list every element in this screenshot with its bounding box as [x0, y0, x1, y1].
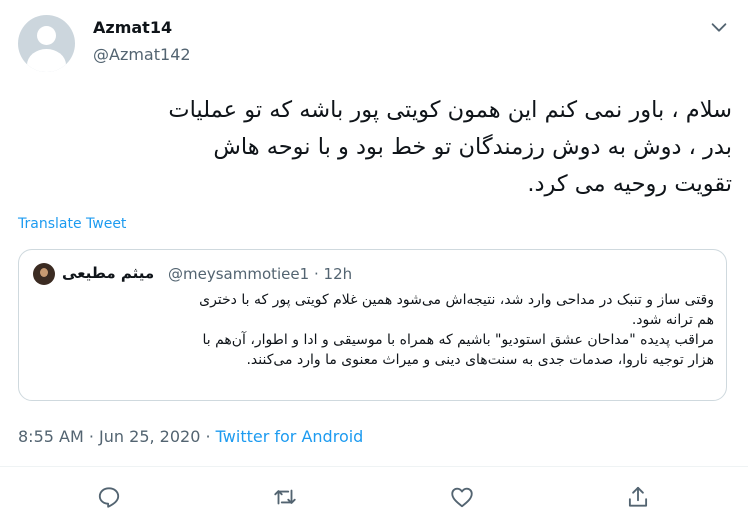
tweet-date[interactable]: Jun 25, 2020	[99, 427, 200, 446]
avatar-placeholder-head	[37, 26, 56, 45]
meta-separator: ·	[88, 427, 94, 446]
author-display-name[interactable]: Azmat14	[93, 18, 172, 37]
share-icon[interactable]	[625, 484, 651, 510]
quoted-avatar	[33, 263, 55, 285]
translate-tweet-link[interactable]: Translate Tweet	[18, 216, 126, 232]
tweet-time[interactable]: 8:55 AM	[18, 427, 84, 446]
heart-icon[interactable]	[449, 484, 475, 510]
quoted-display-name: میثم مطیعی	[62, 264, 155, 282]
tweet-source-link[interactable]: Twitter for Android	[216, 427, 364, 446]
avatar[interactable]	[18, 15, 75, 72]
reply-icon[interactable]	[96, 484, 122, 510]
avatar-placeholder-body	[27, 49, 66, 72]
divider	[0, 466, 748, 467]
retweet-icon[interactable]	[272, 484, 298, 510]
chevron-down-icon[interactable]	[708, 16, 730, 38]
author-handle[interactable]: @Azmat142	[93, 45, 191, 64]
quoted-time: 12h	[323, 265, 353, 283]
quoted-handle-time: @meysammotiee1 · 12h	[168, 265, 352, 283]
quoted-tweet-card[interactable]: میثم مطیعی @meysammotiee1 · 12h وقتی ساز…	[18, 249, 727, 401]
meta-separator: ·	[205, 427, 211, 446]
quoted-tweet-text: وقتی ساز و تنبک در مداحی وارد شد، نتیجه‌…	[199, 292, 714, 368]
tweet-text: سلام ، باور نمی کنم این همون کویتی پور ب…	[168, 97, 732, 197]
quoted-handle: @meysammotiee1	[168, 265, 310, 283]
quoted-separator: ·	[313, 265, 319, 283]
tweet-meta: 8:55 AM · Jun 25, 2020 · Twitter for And…	[18, 427, 363, 446]
quoted-avatar-face	[40, 268, 48, 277]
